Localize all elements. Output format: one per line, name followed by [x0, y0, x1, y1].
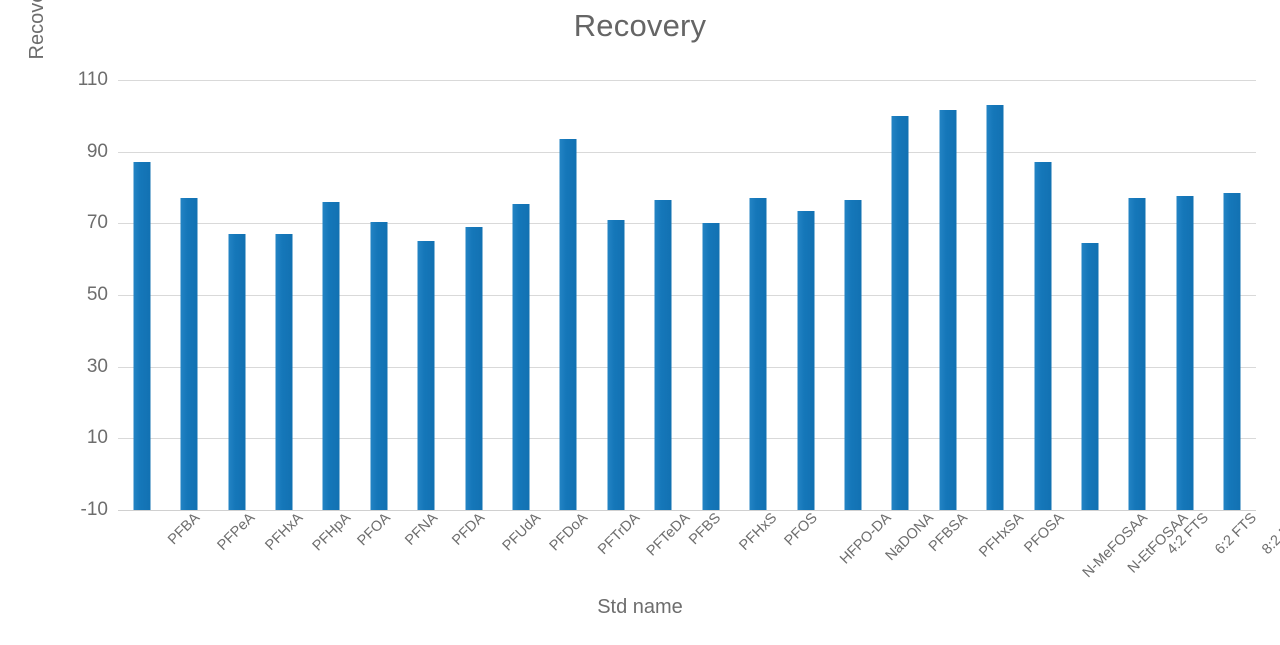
x-tick-label: PFHxS [736, 510, 780, 554]
x-tick-label: 6:2 FTS [1211, 510, 1260, 558]
bar-slot [924, 80, 971, 510]
bar[interactable] [1034, 162, 1052, 510]
x-tick-label: PFHpA [309, 510, 355, 555]
bar-slot [213, 80, 260, 510]
bar[interactable] [939, 110, 957, 510]
bar[interactable] [891, 115, 909, 510]
bar[interactable] [654, 200, 672, 510]
bar-slot [829, 80, 876, 510]
bar[interactable] [1128, 198, 1146, 510]
x-axis-title: Std name [597, 596, 683, 618]
bar[interactable] [1223, 192, 1241, 510]
x-tick-label: PFOSA [1021, 510, 1068, 557]
bar-slot [308, 80, 355, 510]
bar[interactable] [417, 241, 435, 510]
recovery-bar-chart: Recovery Recovery [%] 110 90 70 50 30 10 -10 P… [0, 0, 1280, 645]
x-tick-label: PFUdA [499, 510, 544, 555]
bar[interactable] [797, 210, 815, 510]
y-tick-label: -10 [80, 499, 108, 520]
bar[interactable] [702, 223, 720, 510]
bar-slot [450, 80, 497, 510]
bar[interactable] [512, 203, 530, 510]
bar-slot [782, 80, 829, 510]
bar-slot [355, 80, 402, 510]
bar[interactable] [559, 139, 577, 510]
bar-slot [877, 80, 924, 510]
x-tick-label: PFOA [354, 510, 395, 550]
y-tick-label: 10 [86, 427, 108, 449]
x-tick-label: PFTrDA [595, 510, 644, 558]
x-tick-label: 8:2 FTS [1259, 510, 1280, 558]
plot-area [118, 80, 1256, 511]
bar[interactable] [844, 200, 862, 510]
bar-slot [972, 80, 1019, 510]
bar-slot [1114, 80, 1161, 510]
bar[interactable] [465, 226, 483, 510]
x-tick-label: HFPO-DA [836, 510, 895, 568]
bar[interactable] [1081, 243, 1099, 510]
bar-slot [165, 80, 212, 510]
bar[interactable] [607, 220, 625, 510]
bar-slot [403, 80, 450, 510]
bar[interactable] [275, 234, 293, 510]
bar-slot [1209, 80, 1256, 510]
y-tick-label: 90 [86, 140, 108, 162]
x-tick-label: PFOS [781, 510, 821, 550]
bar-slot [1019, 80, 1066, 510]
x-tick-label: PFDoA [546, 510, 592, 555]
bar-slot [734, 80, 781, 510]
y-axis-tick-labels: 110 90 70 50 30 10 -10 [50, 0, 108, 645]
bar[interactable] [1176, 196, 1194, 510]
bar-slot [592, 80, 639, 510]
bar-slot [1066, 80, 1113, 510]
x-tick-label: PFBA [164, 510, 203, 549]
bar-slot [687, 80, 734, 510]
y-tick-label: 30 [86, 355, 108, 377]
x-tick-label: PFPeA [214, 510, 259, 554]
y-tick-label: 110 [77, 69, 108, 90]
bar[interactable] [180, 198, 198, 510]
x-tick-label: PFDA [449, 510, 489, 549]
chart-title: Recovery [573, 8, 707, 43]
x-tick-label: PFHxSA [976, 510, 1027, 561]
bar-series [118, 80, 1256, 510]
bar-slot [1161, 80, 1208, 510]
x-tick-label: PFHxA [261, 510, 306, 554]
x-tick-label: PFNA [402, 510, 441, 549]
x-axis-tick-labels: PFBA PFPeA PFHxA PFHpA PFOA PFNA PFDA PFUdA PFDo… [118, 510, 1280, 610]
bar[interactable] [228, 234, 246, 510]
bar-slot [640, 80, 687, 510]
y-tick-label: 70 [86, 212, 108, 234]
bar[interactable] [133, 162, 151, 510]
bar[interactable] [370, 221, 388, 510]
x-tick-label: PFTeDA [643, 510, 694, 560]
bar-slot [260, 80, 307, 510]
bar-slot [497, 80, 544, 510]
x-tick-label: PFBS [686, 510, 725, 549]
bar[interactable] [986, 105, 1004, 510]
y-tick-label: 50 [86, 284, 108, 305]
bar[interactable] [749, 198, 767, 510]
bar-slot [545, 80, 592, 510]
bar-slot [118, 80, 165, 510]
bar[interactable] [322, 201, 340, 510]
